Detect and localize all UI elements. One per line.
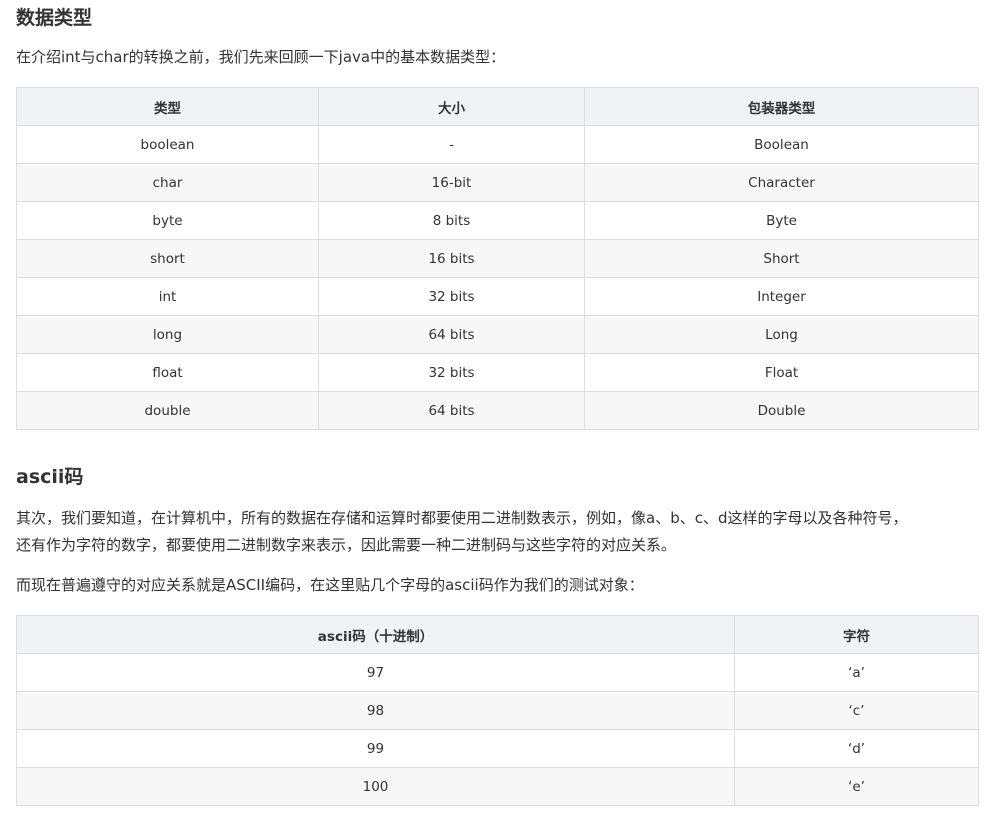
table-cell: Boolean [584, 125, 979, 164]
ascii-paragraph-line-1: 其次，我们要知道，在计算机中，所有的数据在存储和运算时都要使用二进制数表示，例如… [16, 509, 908, 527]
column-header-ascii-code: ascii码（十进制） [16, 615, 735, 654]
table-cell: ‘e’ [734, 767, 979, 806]
table-row: long 64 bits Long [16, 315, 979, 354]
table-row: char 16-bit Character [16, 163, 979, 202]
table-cell: - [318, 125, 585, 164]
table-cell: 32 bits [318, 353, 585, 392]
table-cell: ‘a’ [734, 653, 979, 692]
table-cell: int [16, 277, 319, 316]
table-cell: 64 bits [318, 391, 585, 430]
table-cell: boolean [16, 125, 319, 164]
table-cell: 97 [16, 653, 735, 692]
table-cell: short [16, 239, 319, 278]
table-cell: byte [16, 201, 319, 240]
ascii-table: ascii码（十进制） 字符 97 ‘a’ 98 ‘c’ 99 ‘d’ 100 … [16, 615, 979, 806]
table-row: float 32 bits Float [16, 353, 979, 392]
table-row: 98 ‘c’ [16, 691, 979, 730]
section-heading-ascii: ascii码 [16, 466, 84, 488]
column-header-size: 大小 [318, 87, 585, 126]
table-cell: Character [584, 163, 979, 202]
table-row: 99 ‘d’ [16, 729, 979, 768]
table-cell: Float [584, 353, 979, 392]
table-header-row: 类型 大小 包装器类型 [16, 87, 979, 126]
table-row: byte 8 bits Byte [16, 201, 979, 240]
table-cell: 32 bits [318, 277, 585, 316]
table-header-row: ascii码（十进制） 字符 [16, 615, 979, 654]
table-cell: 99 [16, 729, 735, 768]
column-header-wrapper: 包装器类型 [584, 87, 979, 126]
table-cell: 8 bits [318, 201, 585, 240]
column-header-type: 类型 [16, 87, 319, 126]
table-row: boolean - Boolean [16, 125, 979, 164]
table-cell: Short [584, 239, 979, 278]
table-cell: Long [584, 315, 979, 354]
table-cell: 100 [16, 767, 735, 806]
column-header-character: 字符 [734, 615, 979, 654]
table-cell: float [16, 353, 319, 392]
table-cell: ‘d’ [734, 729, 979, 768]
table-cell: 98 [16, 691, 735, 730]
ascii-paragraph-line-2: 还有作为字符的数字，都要使用二进制数字来表示，因此需要一种二进制码与这些字符的对… [16, 536, 677, 554]
table-cell: 16 bits [318, 239, 585, 278]
table-cell: 64 bits [318, 315, 585, 354]
table-cell: double [16, 391, 319, 430]
table-cell: long [16, 315, 319, 354]
table-cell: ‘c’ [734, 691, 979, 730]
table-cell: char [16, 163, 319, 202]
data-types-table: 类型 大小 包装器类型 boolean - Boolean char 16-bi… [16, 87, 979, 430]
table-cell: Byte [584, 201, 979, 240]
section-heading-data-types: 数据类型 [16, 7, 93, 29]
table-cell: 16-bit [318, 163, 585, 202]
table-row: short 16 bits Short [16, 239, 979, 278]
table-row: double 64 bits Double [16, 391, 979, 430]
table-row: 97 ‘a’ [16, 653, 979, 692]
table-row: int 32 bits Integer [16, 277, 979, 316]
table-cell: Integer [584, 277, 979, 316]
ascii-intro-paragraph: 而现在普遍遵守的对应关系就是ASCII编码，在这里贴几个字母的ascii码作为我… [16, 576, 644, 594]
table-row: 100 ‘e’ [16, 767, 979, 806]
table-cell: Double [584, 391, 979, 430]
intro-paragraph: 在介绍int与char的转换之前，我们先来回顾一下java中的基本数据类型： [16, 48, 506, 66]
